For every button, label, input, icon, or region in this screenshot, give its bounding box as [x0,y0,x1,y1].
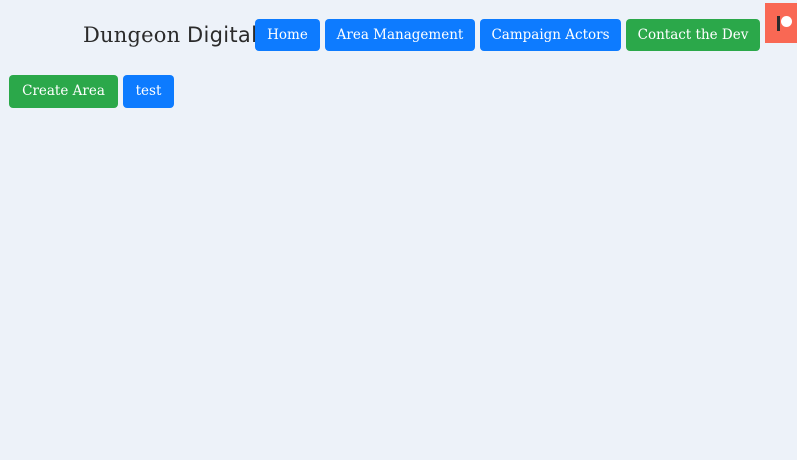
patreon-icon-dot [781,16,792,27]
patreon-button[interactable] [765,3,797,43]
site-brand[interactable]: Dungeon Digital [83,20,257,50]
patreon-icon [777,16,780,31]
nav-campaign-actors-button[interactable]: Campaign Actors [480,19,621,51]
nav-area-management-button[interactable]: Area Management [325,19,475,51]
brand-word-digital: Digital [187,23,258,47]
create-area-button[interactable]: Create Area [9,75,118,108]
area-button-test[interactable]: test [123,75,174,108]
nav-home-button[interactable]: Home [255,19,320,51]
brand-word-dungeon: Dungeon [83,23,181,47]
nav-contact-dev-button[interactable]: Contact the Dev [626,19,760,51]
